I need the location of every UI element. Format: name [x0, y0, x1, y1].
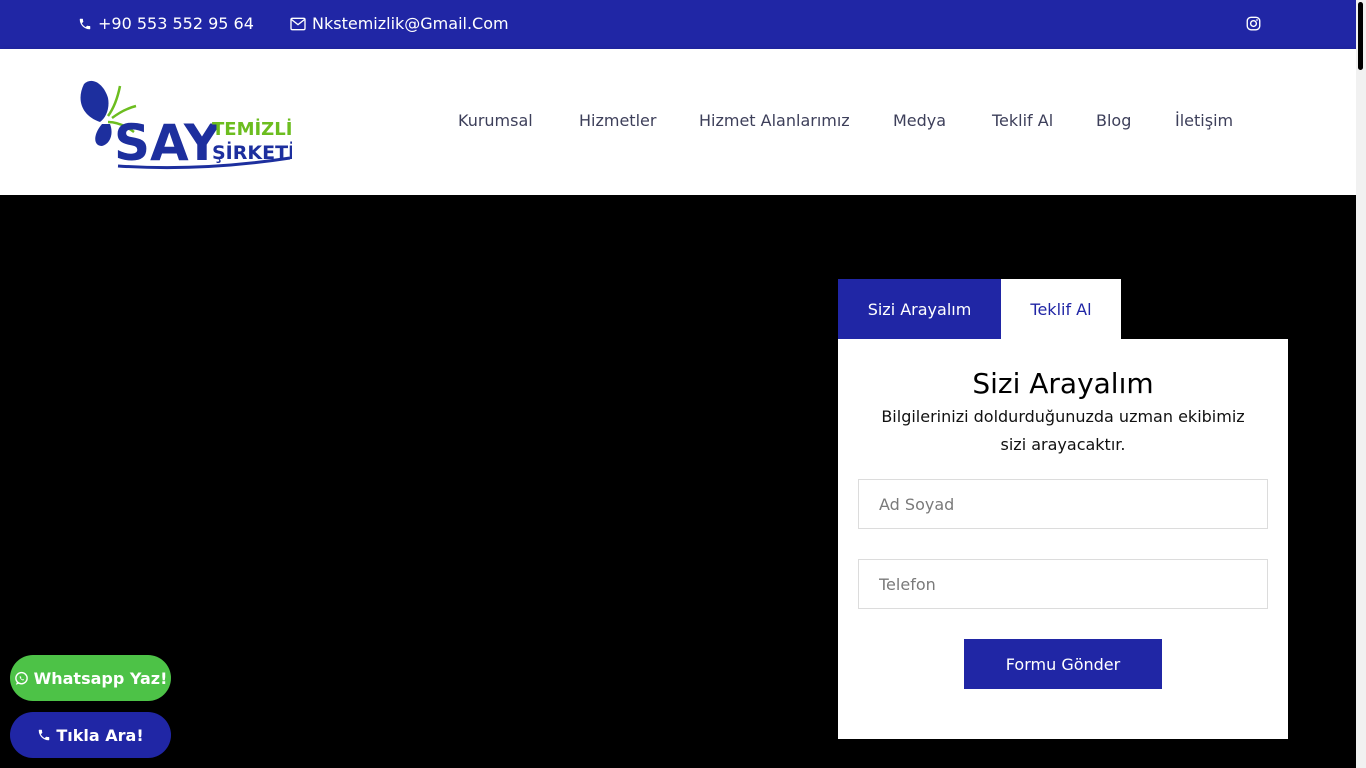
phone-input[interactable]	[858, 559, 1268, 609]
page-scrollbar[interactable]	[1356, 0, 1366, 768]
nav-item-hizmetler[interactable]: Hizmetler	[579, 111, 656, 130]
submit-button[interactable]: Formu Gönder	[964, 639, 1162, 689]
form-description: Bilgilerinizi doldurduğunuzda uzman ekib…	[881, 407, 1245, 454]
topbar-email-text: Nkstemizlik@Gmail.Com	[312, 14, 509, 33]
call-button[interactable]: Tıkla Ara!	[10, 712, 171, 758]
site-logo[interactable]: SAY TEMİZLİK ŞİRKETİ	[78, 74, 307, 172]
scrollbar-thumb[interactable]	[1358, 2, 1363, 70]
top-bar: +90 553 552 95 64 Nkstemizlik@Gmail.Com	[0, 0, 1356, 49]
call-label: Tıkla Ara!	[56, 725, 144, 745]
topbar-email-link[interactable]: Nkstemizlik@Gmail.Com	[290, 14, 509, 33]
whatsapp-icon	[14, 671, 29, 686]
site-header: SAY TEMİZLİK ŞİRKETİ Kurumsal Hizmetler …	[0, 49, 1356, 195]
tab-sizi-arayalim[interactable]: Sizi Arayalım	[838, 279, 1001, 339]
logo-brand-text: SAY	[114, 114, 221, 170]
name-input[interactable]	[858, 479, 1268, 529]
whatsapp-label: Whatsapp Yaz!	[33, 668, 168, 688]
form-title: Sizi Arayalım	[972, 367, 1154, 400]
nav-item-teklif-al[interactable]: Teklif Al	[992, 111, 1053, 130]
nav-item-medya[interactable]: Medya	[893, 111, 946, 130]
nav-item-blog[interactable]: Blog	[1096, 111, 1131, 130]
nav-item-kurumsal[interactable]: Kurumsal	[458, 111, 533, 130]
envelope-icon	[290, 17, 306, 31]
form-tabs: Sizi Arayalım Teklif Al	[838, 279, 1121, 339]
nav-item-hizmet-alanlarimiz[interactable]: Hizmet Alanlarımız	[699, 111, 850, 130]
tab-teklif-al[interactable]: Teklif Al	[1001, 279, 1121, 339]
callback-form: Sizi Arayalım Bilgilerinizi doldurduğunu…	[838, 339, 1288, 739]
nav-item-iletisim[interactable]: İletişim	[1175, 111, 1233, 130]
whatsapp-button[interactable]: Whatsapp Yaz!	[10, 655, 171, 701]
instagram-icon[interactable]	[1246, 16, 1261, 31]
logo-line1-text: TEMİZLİK	[212, 118, 292, 140]
phone-icon	[78, 17, 92, 31]
topbar-phone-link[interactable]: +90 553 552 95 64	[78, 14, 254, 33]
topbar-phone-text: +90 553 552 95 64	[98, 14, 254, 33]
phone-icon	[37, 728, 51, 742]
